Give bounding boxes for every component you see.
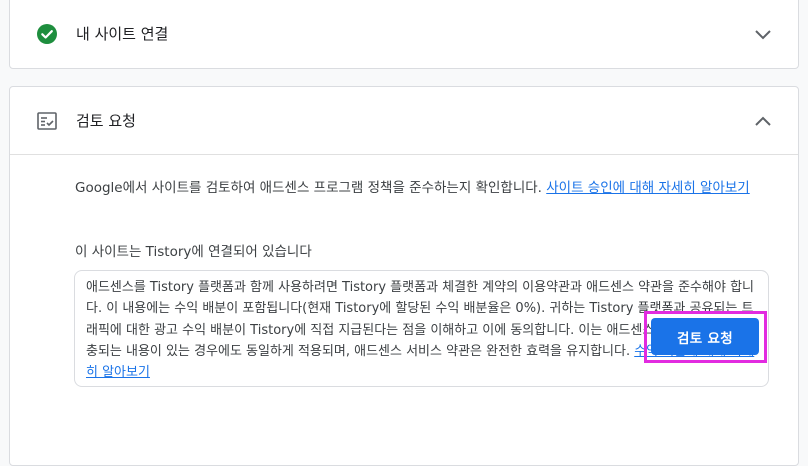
check-circle-icon — [36, 23, 58, 45]
chevron-up-icon[interactable] — [752, 110, 774, 132]
header-divider — [10, 154, 798, 155]
connect-site-header[interactable]: 내 사이트 연결 — [10, 0, 798, 70]
review-request-card: 검토 요청 Google에서 사이트를 검토하여 애드센스 프로그램 정책을 준… — [9, 86, 799, 466]
chevron-down-icon[interactable] — [752, 23, 774, 45]
review-request-title: 검토 요청 — [76, 112, 136, 130]
site-approval-link[interactable]: 사이트 승인에 대해 자세히 알아보기 — [546, 180, 749, 196]
connect-site-card: 내 사이트 연결 — [9, 0, 799, 69]
review-request-header[interactable]: 검토 요청 — [10, 87, 798, 154]
connect-site-title: 내 사이트 연결 — [76, 25, 169, 43]
review-description: Google에서 사이트를 검토하여 애드센스 프로그램 정책을 준수하는지 확… — [75, 178, 775, 199]
review-checklist-icon — [36, 110, 58, 132]
review-description-text: Google에서 사이트를 검토하여 애드센스 프로그램 정책을 준수하는지 확… — [75, 180, 547, 196]
platform-notice: 이 사이트는 Tistory에 연결되어 있습니다 — [75, 244, 312, 260]
request-review-button[interactable]: 검토 요청 — [651, 318, 759, 355]
